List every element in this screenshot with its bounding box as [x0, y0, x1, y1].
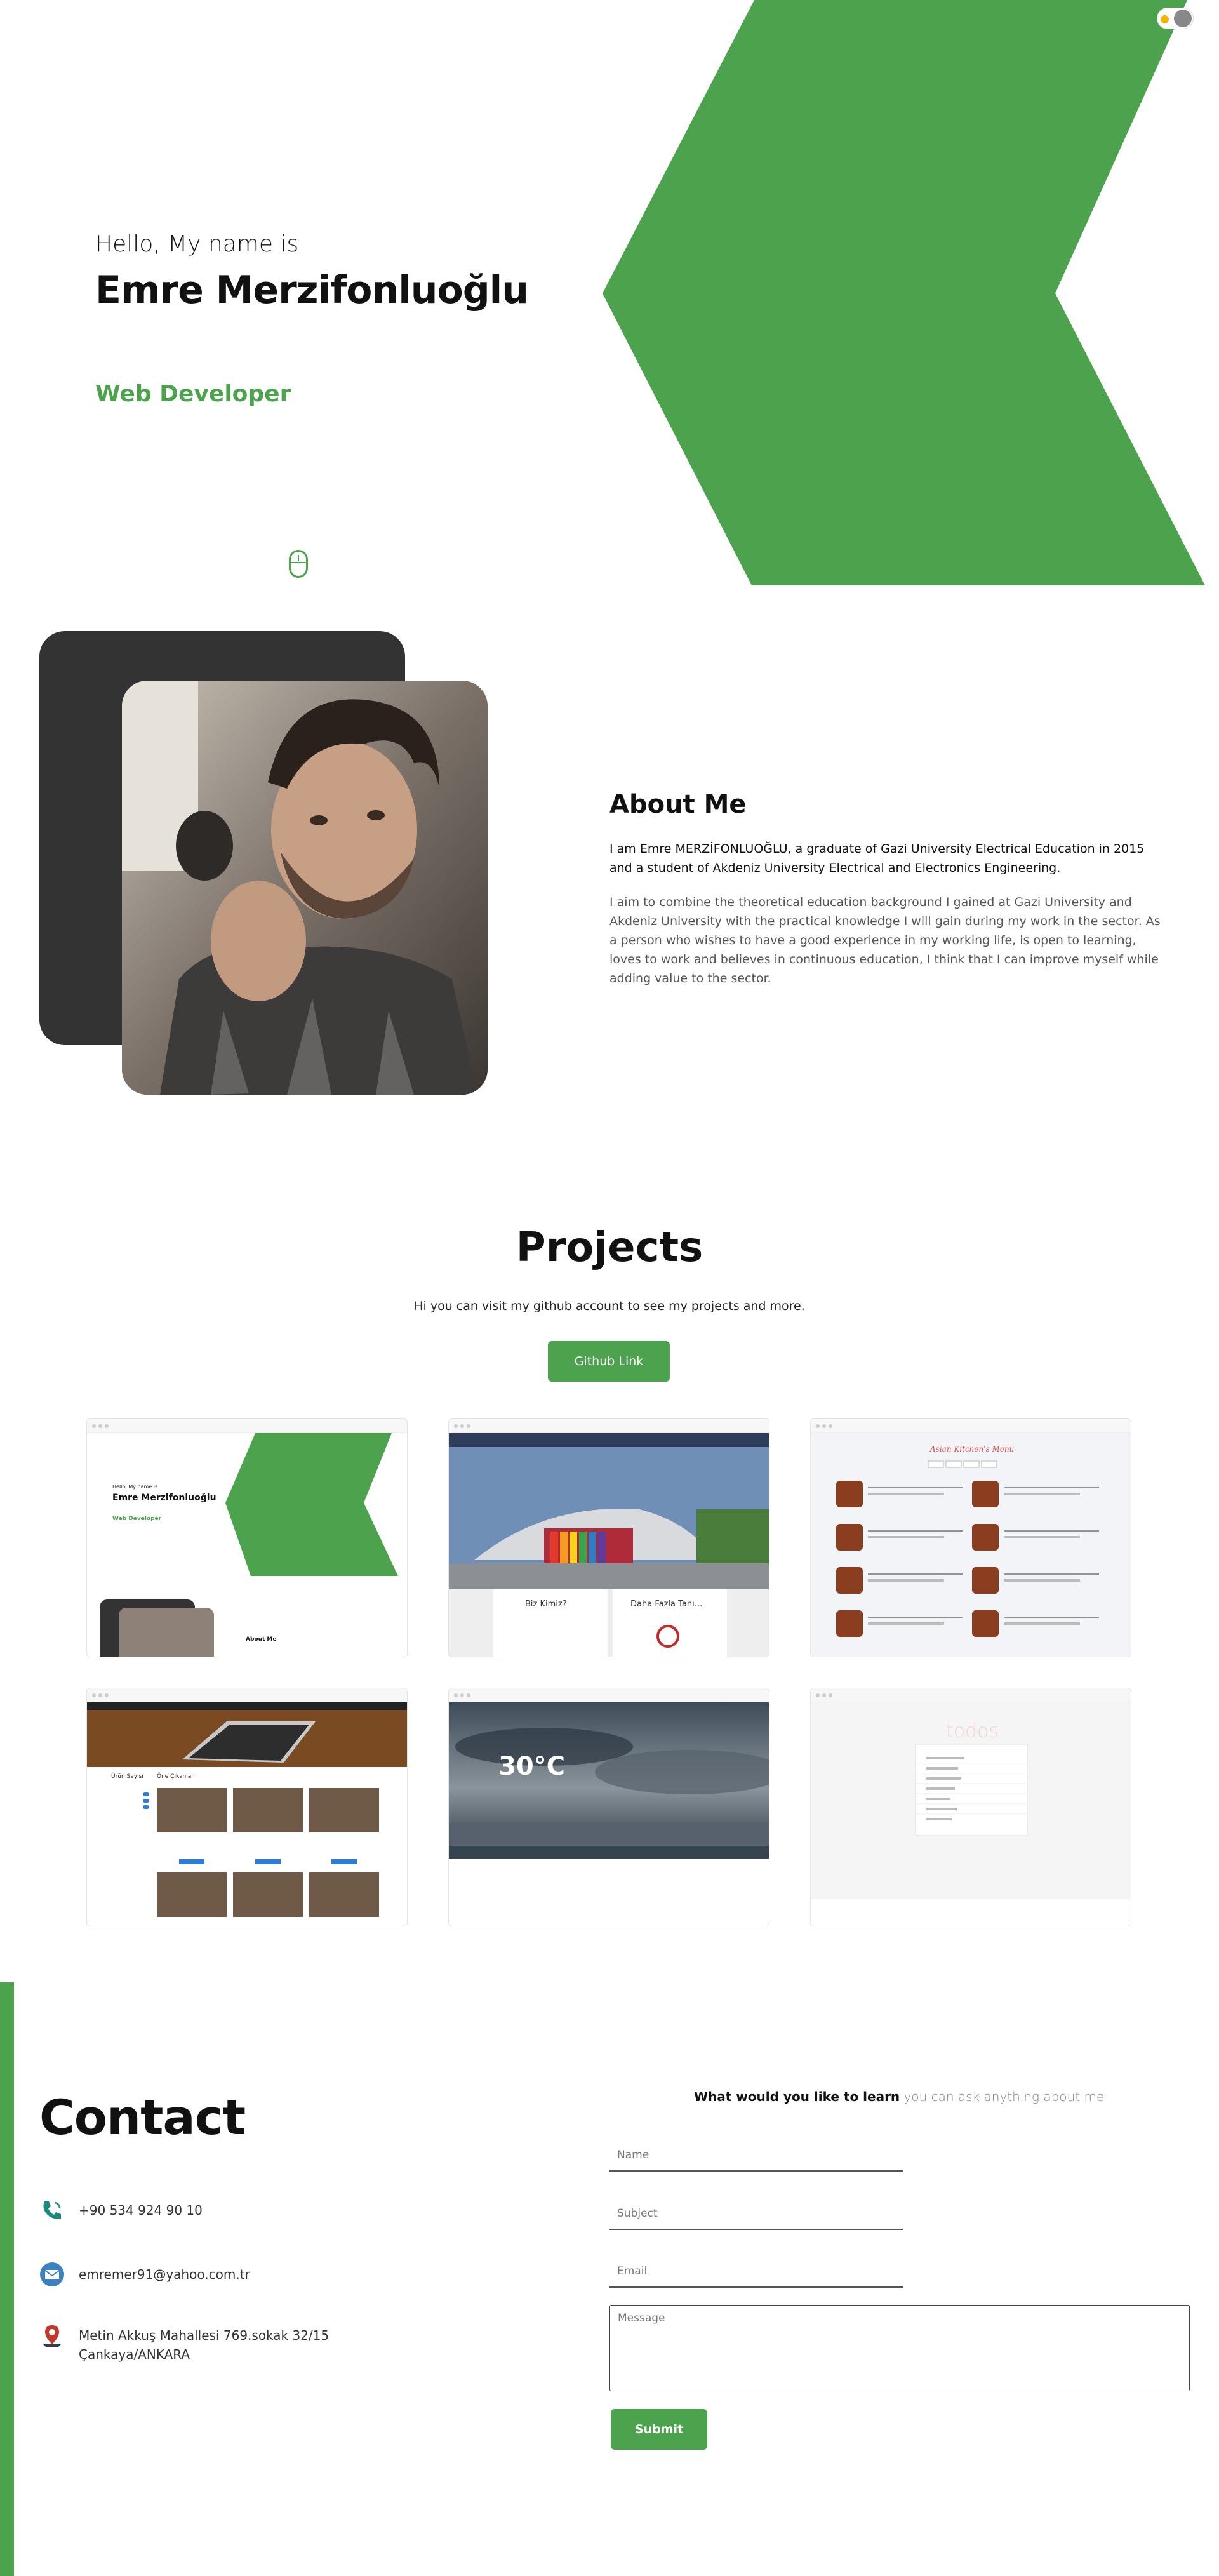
submit-button[interactable]: Submit	[611, 2409, 707, 2450]
card-text: 30°C	[498, 1752, 566, 1781]
mouse-icon[interactable]	[289, 550, 308, 578]
browser-bar	[449, 1419, 769, 1433]
about-paragraph-1: I am Emre MERZİFONLUOĞLU, a graduate of …	[610, 842, 1145, 875]
address-line-1: Metin Akkuş Mahallesi 769.sokak 32/15	[79, 2328, 330, 2343]
card-text: About Me	[246, 1636, 277, 1643]
project-screenshot: 30°C	[449, 1702, 769, 1926]
project-screenshot: Hello, My name is Emre Merzifonluoğlu We…	[87, 1433, 407, 1657]
project-screenshot: todos	[811, 1702, 1131, 1926]
hero-section: Hello, My name is Emre Merzifonluoğlu We…	[0, 0, 1219, 591]
card-text: Emre Merzifonluoğlu	[112, 1493, 216, 1503]
message-textarea[interactable]: Message	[610, 2305, 1190, 2391]
card-text: Asian Kitchen's Menu	[930, 1445, 1015, 1453]
hero-role: Web Developer	[95, 381, 291, 407]
form-heading-light: you can ask anything about me	[903, 2089, 1105, 2104]
about-paragraph-2: I aim to combine the theoretical educati…	[610, 895, 1161, 985]
browser-bar	[87, 1419, 407, 1433]
profile-photo	[122, 681, 488, 1095]
email-text: emremer91@yahoo.com.tr	[79, 2267, 250, 2282]
accent-strip	[0, 1982, 14, 2576]
card-text: todos	[946, 1720, 999, 1742]
contact-email: emremer91@yahoo.com.tr	[39, 2262, 250, 2287]
card-text: Ürün Sayısı	[111, 1773, 143, 1780]
card-text: Hello, My name is	[112, 1484, 158, 1490]
projects-subtitle: Hi you can visit my github account to se…	[414, 1299, 805, 1313]
about-title: About Me	[610, 790, 747, 819]
form-heading-bold: What would you like to learn	[694, 2089, 900, 2104]
card-text: Daha Fazla Tanı...	[630, 1599, 703, 1609]
phone-icon	[43, 2201, 61, 2219]
github-link-button[interactable]: Github Link	[548, 1341, 670, 1382]
browser-bar	[811, 1688, 1131, 1702]
project-card-todos[interactable]: todos	[810, 1688, 1131, 1926]
sun-icon	[1161, 15, 1169, 23]
project-screenshot: Ürün Sayısı Öne Çıkanlar	[87, 1702, 407, 1926]
email-input[interactable]: Email	[610, 2256, 903, 2288]
project-card-portfolio[interactable]: Hello, My name is Emre Merzifonluoğlu We…	[86, 1418, 408, 1657]
subject-input[interactable]: Subject	[610, 2198, 903, 2230]
phone-text: +90 534 924 90 10	[79, 2203, 203, 2218]
hero-name: Emre Merzifonluoğlu	[95, 268, 529, 312]
project-screenshot: Asian Kitchen's Menu	[811, 1433, 1131, 1657]
contact-address: Metin Akkuş Mahallesi 769.sokak 32/15 Ça…	[39, 2323, 329, 2364]
browser-bar	[87, 1688, 407, 1702]
toggle-knob	[1174, 10, 1192, 27]
address-line-2: Çankaya/ANKARA	[79, 2347, 190, 2362]
address-text: Metin Akkuş Mahallesi 769.sokak 32/15 Ça…	[79, 2323, 329, 2364]
project-screenshot: Biz Kimiz? Daha Fazla Tanı...	[449, 1433, 769, 1657]
browser-bar	[811, 1419, 1131, 1433]
projects-title: Projects	[516, 1224, 703, 1271]
name-input[interactable]: Name	[610, 2140, 903, 2172]
card-text: Web Developer	[112, 1516, 162, 1522]
project-card-shop[interactable]: Ürün Sayısı Öne Çıkanlar	[86, 1688, 408, 1926]
email-icon	[40, 2262, 64, 2286]
project-card-school[interactable]: Biz Kimiz? Daha Fazla Tanı...	[448, 1418, 769, 1657]
card-text: Biz Kimiz?	[525, 1599, 567, 1609]
hero-greeting: Hello, My name is	[95, 231, 299, 257]
browser-bar	[449, 1688, 769, 1702]
contact-phone: +90 534 924 90 10	[39, 2198, 203, 2223]
card-text: Öne Çıkanlar	[157, 1773, 194, 1780]
form-heading: What would you like to learn you can ask…	[694, 2089, 1104, 2104]
theme-toggle[interactable]	[1157, 8, 1194, 29]
contact-title: Contact	[39, 2089, 246, 2146]
project-card-menu[interactable]: Asian Kitchen's Menu	[810, 1418, 1131, 1657]
project-card-weather[interactable]: 30°C	[448, 1688, 769, 1926]
location-pin-icon	[43, 2325, 61, 2347]
